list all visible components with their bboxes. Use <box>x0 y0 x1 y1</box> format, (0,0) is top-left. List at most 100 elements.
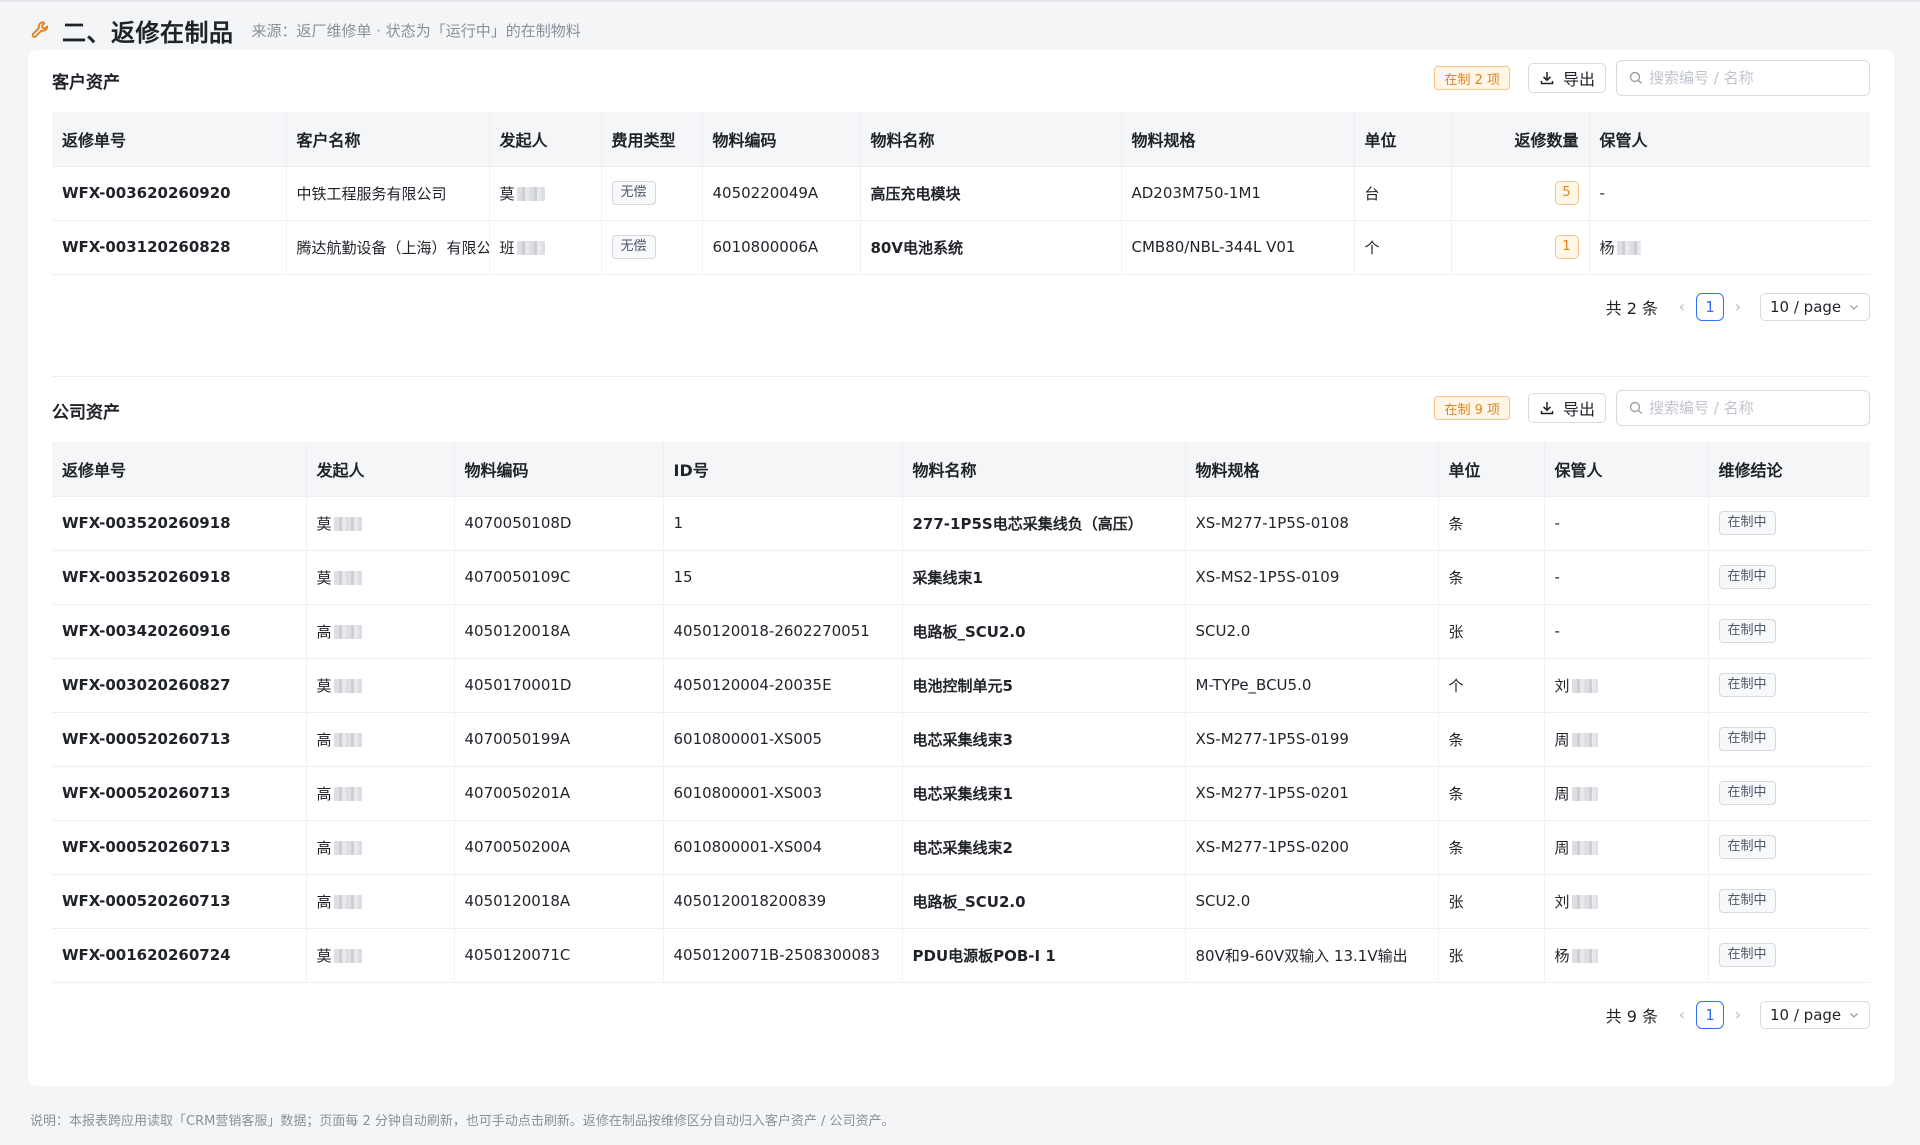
cell-spec: XS-MS2-1P5S-0109 <box>1185 550 1439 605</box>
cell-unit: 条 <box>1438 820 1545 875</box>
col-unit[interactable]: 单位 <box>1354 112 1452 167</box>
cell-name: 电芯采集线束2 <box>902 820 1186 875</box>
table-row[interactable]: WFX-003020260827 莫 4050170001D 4050120004-2… <box>52 658 1870 713</box>
page-size-select[interactable]: 10 / page <box>1760 292 1870 321</box>
col-spec[interactable]: 物料规格 <box>1185 442 1439 497</box>
customer-search-input[interactable] <box>1649 69 1849 87</box>
cell-code: 4050120018A <box>454 874 664 929</box>
cell-order: WFX-000520260713 <box>52 712 307 767</box>
company-search-box[interactable] <box>1616 390 1870 426</box>
col-keeper[interactable]: 保管人 <box>1589 112 1870 167</box>
table-row[interactable]: WFX-000520260713 高 4050120018A 405012001820… <box>52 874 1870 929</box>
company-table-header: 返修单号 发起人 物料编码 ID号 物料名称 物料规格 单位 保管人 维修结论 <box>52 442 1870 497</box>
company-export-button[interactable]: 导出 <box>1527 393 1606 423</box>
col-status[interactable]: 维修结论 <box>1708 442 1870 497</box>
redacted-mark <box>1616 240 1641 255</box>
company-assets-section: 公司资产 在制 9 项 导出 返修单号 发起人 <box>52 390 1870 1043</box>
col-customer[interactable]: 客户名称 <box>286 112 490 167</box>
fee-tag: 无偿 <box>611 235 656 259</box>
col-name[interactable]: 物料名称 <box>860 112 1122 167</box>
cell-order: WFX-001620260724 <box>52 928 307 983</box>
cell-spec: SCU2.0 <box>1185 604 1439 659</box>
cell-name: 采集线束1 <box>902 550 1186 605</box>
redacted-mark <box>1571 840 1598 855</box>
cell-spec: SCU2.0 <box>1185 874 1439 929</box>
customer-table-header: 返修单号 客户名称 发起人 费用类型 物料编码 物料名称 物料规格 单位 返修数… <box>52 112 1870 167</box>
table-row[interactable]: WFX-001620260724 莫 4050120071C 4050120071B-… <box>52 928 1870 983</box>
page-size-value: 10 / page <box>1770 1005 1842 1024</box>
redacted-mark <box>333 840 362 855</box>
status-badge: 在制中 <box>1718 781 1776 805</box>
next-page-icon[interactable]: › <box>1730 297 1746 316</box>
initiator-name: 莫 <box>316 676 332 695</box>
next-page-icon[interactable]: › <box>1730 1005 1746 1024</box>
company-total: 共 9 条 <box>1605 1006 1658 1026</box>
col-qty[interactable]: 返修数量 <box>1451 112 1590 167</box>
wrench-icon <box>30 19 52 41</box>
cell-initiator: 高 <box>306 766 455 821</box>
customer-tools: 在制 2 项 导出 <box>1434 60 1870 96</box>
cell-name: 277-1P5S电芯采集线负（高压） <box>902 496 1186 551</box>
cell-name: 电路板_SCU2.0 <box>902 604 1186 659</box>
col-code[interactable]: 物料编码 <box>454 442 664 497</box>
col-id[interactable]: ID号 <box>663 442 903 497</box>
col-code[interactable]: 物料编码 <box>702 112 861 167</box>
table-row[interactable]: WFX-003120260828 腾达航勤设备（上海）有限公司 班 无偿 601… <box>52 220 1870 275</box>
table-row[interactable]: WFX-000520260713 高 4070050201A 6010800001-X… <box>52 766 1870 821</box>
cell-keeper: 周 <box>1544 766 1709 821</box>
col-spec[interactable]: 物料规格 <box>1121 112 1355 167</box>
initiator-name: 高 <box>316 838 332 857</box>
cell-order: WFX-003520260918 <box>52 550 307 605</box>
cell-unit: 条 <box>1438 712 1545 767</box>
page-number[interactable]: 1 <box>1696 1000 1724 1029</box>
cell-order: WFX-000520260713 <box>52 820 307 875</box>
page-number[interactable]: 1 <box>1696 292 1724 321</box>
section-header: 二、返修在制品 来源：返厂维修单 · 状态为「运行中」的在制物料 <box>30 13 581 47</box>
table-row[interactable]: WFX-003620260920 中铁工程服务有限公司 莫 无偿 4050220… <box>52 166 1870 221</box>
cell-keeper: 刘 <box>1544 658 1709 713</box>
page-size-select[interactable]: 10 / page <box>1760 1000 1870 1029</box>
cell-code: 4070050109C <box>454 550 664 605</box>
table-row[interactable]: WFX-000520260713 高 4070050199A 6010800001-X… <box>52 712 1870 767</box>
cell-code: 4070050200A <box>454 820 664 875</box>
initiator-name: 高 <box>316 730 332 749</box>
cell-initiator: 莫 <box>306 928 455 983</box>
col-fee[interactable]: 费用类型 <box>601 112 703 167</box>
table-row[interactable]: WFX-003520260918 莫 4070050109C 15 采集线束1 XS-MS… <box>52 550 1870 605</box>
cell-initiator: 高 <box>306 820 455 875</box>
content-card: 客户资产 在制 2 项 导出 返修单号 客户名称 <box>28 50 1894 1086</box>
col-initiator[interactable]: 发起人 <box>306 442 455 497</box>
keeper-name: 杨 <box>1554 946 1570 965</box>
col-unit[interactable]: 单位 <box>1438 442 1545 497</box>
cell-unit: 台 <box>1354 166 1452 221</box>
keeper-name: 杨 <box>1599 238 1615 257</box>
keeper-name: 周 <box>1554 784 1570 803</box>
prev-page-icon[interactable]: ‹ <box>1674 297 1690 316</box>
col-name[interactable]: 物料名称 <box>902 442 1186 497</box>
table-row[interactable]: WFX-003520260918 莫 4070050108D 1 277-1P5S电芯采… <box>52 496 1870 551</box>
customer-total: 共 2 条 <box>1605 298 1658 318</box>
keeper-name: 周 <box>1554 730 1570 749</box>
col-order[interactable]: 返修单号 <box>52 112 287 167</box>
col-order[interactable]: 返修单号 <box>52 442 307 497</box>
col-keeper[interactable]: 保管人 <box>1544 442 1709 497</box>
prev-page-icon[interactable]: ‹ <box>1674 1005 1690 1024</box>
table-row[interactable]: WFX-003420260916 高 4050120018A 4050120018-2… <box>52 604 1870 659</box>
initiator-name: 莫 <box>316 514 332 533</box>
cell-id: 15 <box>663 550 903 605</box>
cell-spec: M-TYPe_BCU5.0 <box>1185 658 1439 713</box>
keeper-name: - <box>1554 622 1560 640</box>
cell-spec: XS-M277-1P5S-0199 <box>1185 712 1439 767</box>
cell-initiator: 高 <box>306 874 455 929</box>
page-source-note: 来源：返厂维修单 · 状态为「运行中」的在制物料 <box>251 21 581 40</box>
cell-keeper: - <box>1544 496 1709 551</box>
customer-pagination: 共 2 条 ‹ 1 › 10 / page <box>52 275 1870 335</box>
table-row[interactable]: WFX-000520260713 高 4070050200A 6010800001-X… <box>52 820 1870 875</box>
customer-search-box[interactable] <box>1616 60 1870 96</box>
page-title: 二、返修在制品 <box>62 18 234 47</box>
cell-initiator: 莫 <box>489 166 602 221</box>
col-initiator[interactable]: 发起人 <box>489 112 602 167</box>
cell-code: 6010800006A <box>702 220 861 275</box>
customer-export-button[interactable]: 导出 <box>1527 63 1606 93</box>
company-search-input[interactable] <box>1649 399 1849 417</box>
